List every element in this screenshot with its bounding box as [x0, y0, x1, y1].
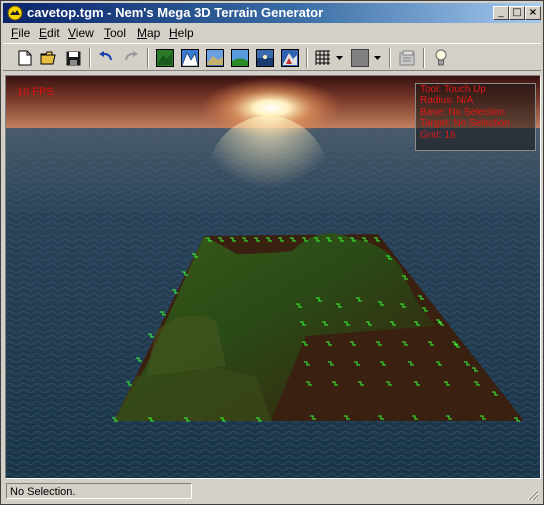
grid-icon[interactable] [313, 48, 333, 68]
menu-tool[interactable]: Tool [104, 26, 126, 40]
menu-map[interactable]: Map [137, 26, 160, 40]
info-grid: Grid: 16 [420, 129, 456, 141]
status-bar: No Selection. [3, 481, 541, 503]
toolbar [3, 43, 541, 71]
terrain-view-4-icon[interactable] [230, 48, 250, 68]
open-icon[interactable] [39, 48, 59, 68]
properties-icon[interactable] [397, 48, 417, 68]
color-icon[interactable] [350, 48, 370, 68]
terrain-view-5-icon[interactable] [255, 48, 275, 68]
menu-view[interactable]: View [68, 26, 94, 40]
info-base: Base: No Selection [420, 106, 506, 118]
toolbar-separator [147, 48, 149, 68]
color-dropdown-icon[interactable] [372, 48, 382, 68]
menu-file[interactable]: File [11, 26, 30, 40]
toolbar-separator [423, 48, 425, 68]
terrain-3d-viewport[interactable]: 10 FPS Tool: Touch Up Radius: N/A Base: … [5, 75, 541, 479]
maximize-button[interactable]: □ [509, 6, 525, 20]
menu-bar: File Edit View Tool Map Help [3, 24, 541, 42]
tool-info-overlay: Tool: Touch Up Radius: N/A Base: No Sele… [415, 83, 536, 151]
new-icon[interactable] [15, 48, 35, 68]
menu-edit[interactable]: Edit [39, 26, 60, 40]
undo-icon[interactable] [96, 48, 116, 68]
minimize-button[interactable]: _ [493, 6, 509, 20]
info-tool: Tool: Touch Up [420, 84, 486, 95]
toolbar-separator [306, 48, 308, 68]
close-button[interactable]: × [525, 6, 541, 20]
save-icon[interactable] [63, 48, 83, 68]
info-target: Target: No Selection [420, 118, 511, 130]
grid-dropdown-icon[interactable] [334, 48, 344, 68]
app-icon [7, 5, 23, 21]
terrain-view-1-icon[interactable] [155, 48, 175, 68]
redo-icon[interactable] [121, 48, 141, 68]
lightbulb-icon[interactable] [431, 48, 451, 68]
toolbar-separator [389, 48, 391, 68]
window-title: cavetop.tgm - Nem's Mega 3D Terrain Gene… [27, 5, 324, 20]
resize-grip-icon[interactable] [527, 489, 539, 501]
toolbar-separator [89, 48, 91, 68]
terrain-view-6-icon[interactable] [280, 48, 300, 68]
info-radius: Radius: N/A [420, 95, 474, 107]
status-text: No Selection. [6, 483, 192, 499]
terrain-view-2-icon[interactable] [180, 48, 200, 68]
title-bar[interactable]: cavetop.tgm - Nem's Mega 3D Terrain Gene… [3, 3, 541, 23]
app-window: cavetop.tgm - Nem's Mega 3D Terrain Gene… [0, 0, 544, 505]
fps-counter: 10 FPS [17, 86, 54, 98]
menu-help[interactable]: Help [169, 26, 194, 40]
terrain-view-3-icon[interactable] [205, 48, 225, 68]
